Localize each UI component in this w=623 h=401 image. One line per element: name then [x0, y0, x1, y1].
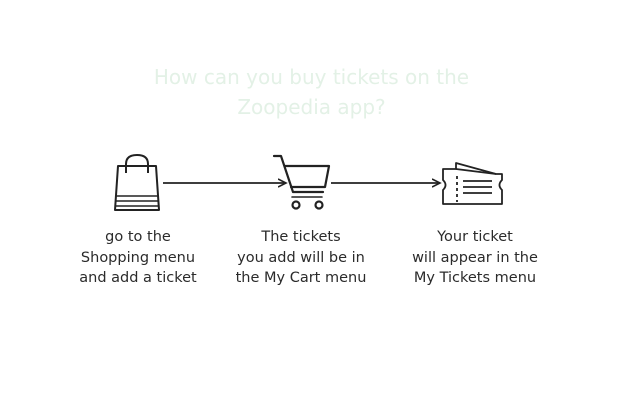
step-1-line-1: go to the [105, 229, 171, 245]
step-2-caption: The tickets you add will be in the My Ca… [216, 227, 386, 289]
step-2-line-2: you add will be in [237, 249, 365, 266]
step-3-line-2: will appear in the [412, 249, 538, 266]
step-1-line-2: Shopping menu [80, 249, 196, 266]
flow-diagram [114, 153, 503, 211]
step-1-caption: go to the Shopping menu and add a ticket [53, 227, 223, 289]
step-2-line-1: The tickets [261, 229, 341, 245]
step-3-caption: Your ticket will appear in the My Ticket… [390, 227, 560, 289]
shopping-bag-icon [114, 153, 160, 211]
ticket-icon [442, 162, 503, 205]
step-2-line-3: the My Cart menu [235, 270, 367, 286]
step-1-line-3: and add a ticket [79, 270, 197, 286]
step-3-line-1: Your ticket [437, 229, 513, 245]
step-3-line-3: My Tickets menu [413, 270, 537, 286]
